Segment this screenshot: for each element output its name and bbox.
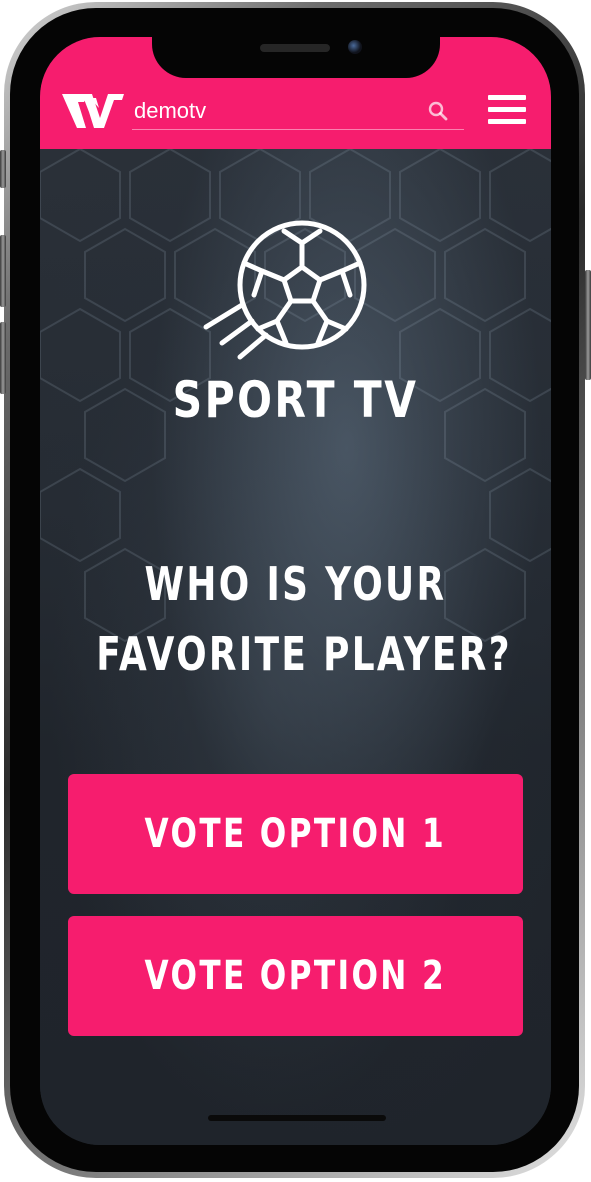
menu-bar [488,119,526,124]
vote-option-1-label: VOTE OPTION 1 [144,811,447,857]
hamburger-menu-icon[interactable] [488,95,526,127]
power-button [585,270,591,380]
app-screen: SPORT TV WHO IS YOUR FAVORITE PLAYER? VO… [40,37,551,1145]
phone-notch [152,36,440,78]
volume-down-button [0,322,6,394]
earpiece-speaker [260,44,330,52]
poll-question-line-2: FAVORITE PLAYER? [96,627,512,681]
menu-bar [488,107,526,112]
vote-option-1-button[interactable]: VOTE OPTION 1 [68,774,523,894]
search-icon[interactable] [428,101,448,121]
volume-up-button [0,235,6,307]
soccer-ball-icon [203,220,367,360]
main-content: SPORT TV WHO IS YOUR FAVORITE PLAYER? VO… [40,149,551,1145]
vote-option-2-button[interactable]: VOTE OPTION 2 [68,916,523,1036]
brand-title: SPORT TV [172,371,419,429]
front-camera [348,40,362,54]
search-input[interactable] [132,93,424,129]
vote-option-2-label: VOTE OPTION 2 [144,953,447,999]
poll-question-line-1: WHO IS YOUR [144,557,447,611]
menu-bar [488,95,526,100]
home-indicator[interactable] [208,1115,386,1121]
poll-question: WHO IS YOUR FAVORITE PLAYER? [96,549,512,689]
mute-switch [0,150,6,188]
search-bar [132,93,464,130]
tw-logo-icon[interactable] [62,92,124,130]
